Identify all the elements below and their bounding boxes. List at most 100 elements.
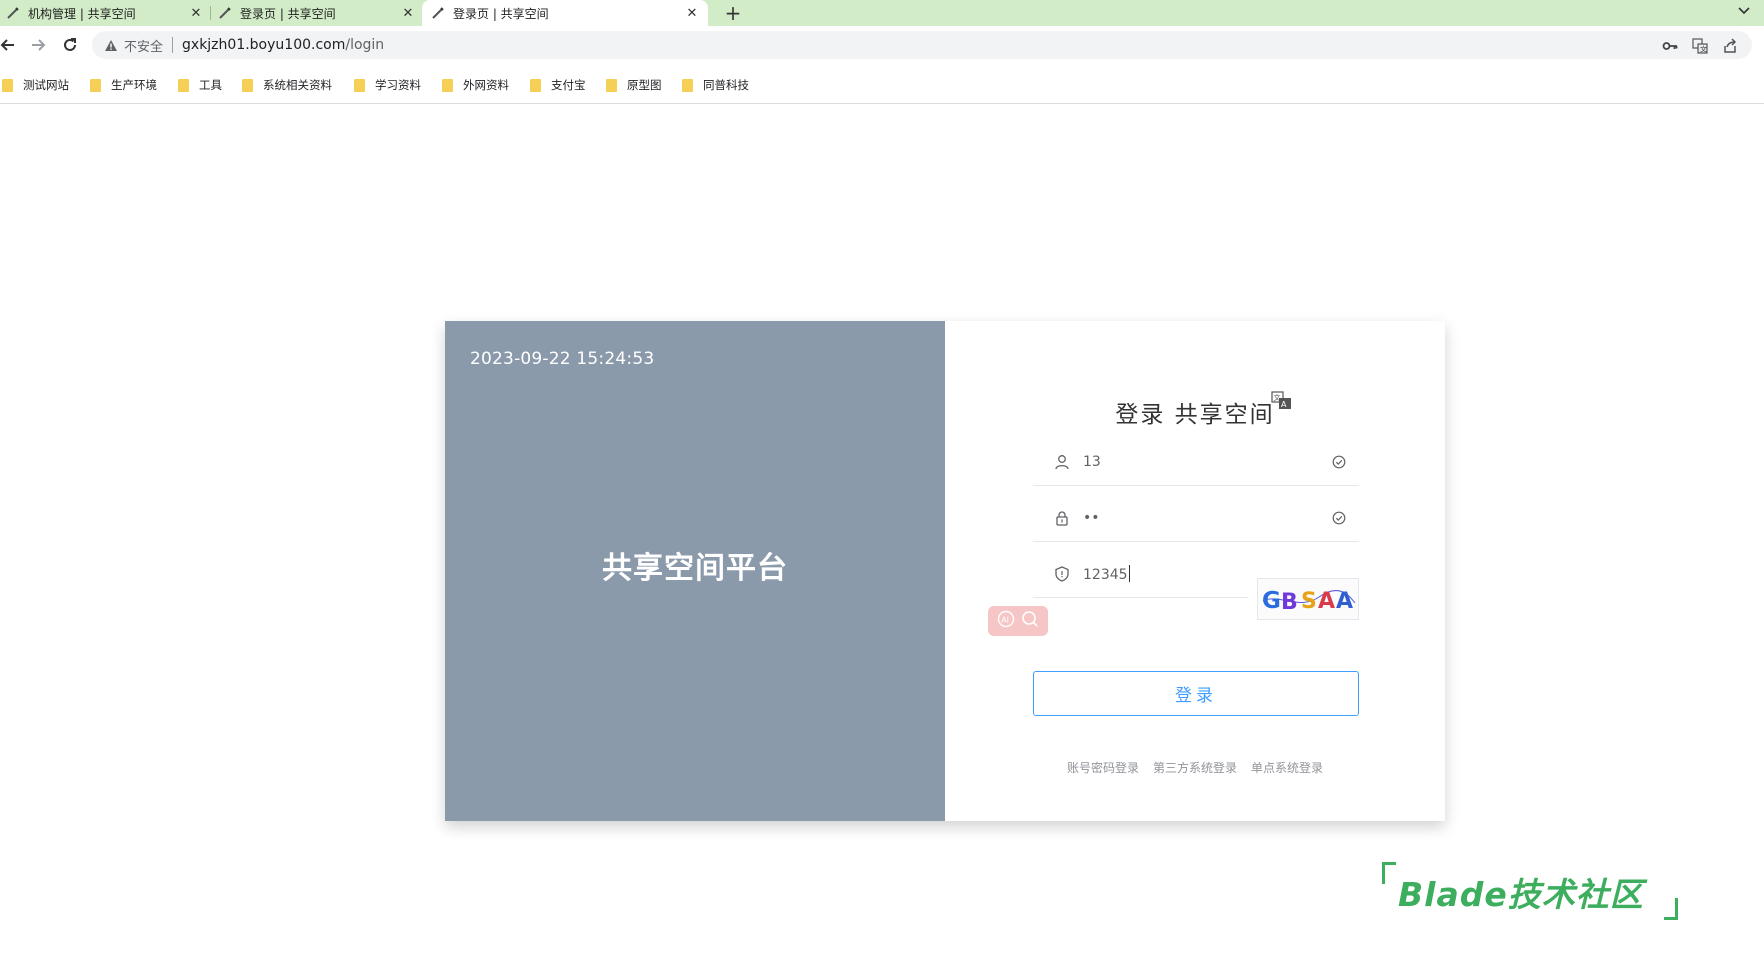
valid-check-icon (1331, 454, 1347, 470)
svg-text:文: 文 (1700, 45, 1707, 54)
tab-login-active[interactable]: 登录页 | 共享空间 ✕ (422, 0, 708, 26)
bookmark-label: 学习资料 (375, 78, 421, 92)
bookmark-label: 系统相关资料 (263, 78, 332, 92)
bookmark-label: 支付宝 (551, 78, 586, 92)
text-caret (1128, 564, 1130, 582)
warning-icon[interactable] (104, 39, 118, 52)
folder-icon (242, 78, 253, 92)
address-bar-actions: 文 (1662, 38, 1738, 54)
bookmark-label: 测试网站 (23, 78, 69, 92)
tab-separator (210, 6, 211, 20)
share-icon[interactable] (1722, 38, 1738, 54)
captcha-input[interactable]: 12345 (1083, 564, 1248, 583)
tab-close-icon[interactable]: ✕ (684, 5, 700, 21)
user-icon (1053, 453, 1071, 471)
tab-search-icon[interactable] (1732, 0, 1756, 22)
login-button[interactable]: 登录 (1033, 671, 1359, 716)
watermark: Blade技术社区 (1382, 862, 1678, 920)
bookmarks-bar: 测试网站 生产环境 工具 系统相关资料 学习资料 外网资料 支付宝 原型图 同普… (0, 64, 1764, 104)
tab-title: 登录页 | 共享空间 (240, 6, 336, 21)
bookmark-folder[interactable]: 工具 (178, 76, 222, 94)
ai-icon[interactable]: AI (997, 610, 1015, 632)
ai-assistant-popup[interactable]: AI (988, 606, 1048, 636)
folder-icon (682, 78, 693, 92)
security-label[interactable]: 不安全 (124, 36, 163, 55)
brand-panel: 2023-09-22 15:24:53 共享空间平台 (445, 321, 945, 821)
watermark-bracket-right (1664, 898, 1678, 920)
url-host: gxkjzh01.boyu100.com (182, 37, 346, 53)
account-login-link[interactable]: 账号密码登录 (1067, 759, 1139, 776)
captcha-char: A (1318, 589, 1335, 614)
folder-icon (530, 78, 541, 92)
bookmark-folder[interactable]: 外网资料 (442, 76, 509, 94)
login-method-links: 账号密码登录 第三方系统登录 单点系统登录 (945, 759, 1445, 776)
browser-toolbar: 不安全 gxkjzh01.boyu100.com/login 文 (0, 26, 1764, 64)
captcha-char: A (1336, 589, 1353, 614)
back-arrow-icon[interactable] (0, 33, 20, 57)
reload-icon[interactable] (58, 33, 82, 57)
watermark-bracket-left (1382, 862, 1396, 884)
key-icon[interactable] (1662, 38, 1678, 54)
site-favicon-icon (218, 6, 232, 20)
tab-login-1[interactable]: 登录页 | 共享空间 ✕ (218, 0, 416, 26)
bookmark-folder[interactable]: 支付宝 (530, 76, 586, 94)
translate-icon[interactable]: 文 (1692, 38, 1708, 54)
lock-icon (1053, 509, 1071, 527)
bookmark-label: 工具 (199, 78, 222, 92)
svg-text:文: 文 (1274, 393, 1281, 402)
tab-org-management[interactable]: 机构管理 | 共享空间 ✕ (6, 0, 204, 26)
folder-icon (90, 78, 101, 92)
folder-icon (2, 78, 13, 92)
folder-icon (442, 78, 453, 92)
bookmark-folder[interactable]: 测试网站 (2, 76, 69, 94)
bookmark-label: 原型图 (627, 78, 662, 92)
watermark-text: Blade技术社区 (1398, 875, 1644, 914)
captcha-char: B (1281, 590, 1298, 615)
username-field[interactable]: 13 (1033, 438, 1359, 486)
tab-title: 登录页 | 共享空间 (453, 6, 549, 21)
tab-title: 机构管理 | 共享空间 (28, 6, 136, 21)
site-favicon-icon (6, 6, 20, 20)
username-input[interactable]: 13 (1083, 454, 1331, 470)
third-party-login-link[interactable]: 第三方系统登录 (1153, 759, 1237, 776)
bookmark-label: 外网资料 (463, 78, 509, 92)
bookmark-label: 同普科技 (703, 78, 749, 92)
password-field[interactable]: •• (1033, 494, 1359, 542)
tab-strip: 机构管理 | 共享空间 ✕ 登录页 | 共享空间 ✕ 登录页 | 共享空间 ✕ … (0, 0, 1764, 26)
login-form-panel: 登录 共享空间 A文 13 •• 12345 G B S A A AI 登录 账… (945, 321, 1445, 821)
svg-text:A: A (1281, 400, 1287, 409)
folder-icon (606, 78, 617, 92)
folder-icon (354, 78, 365, 92)
captcha-input-value: 12345 (1083, 566, 1128, 583)
svg-text:AI: AI (1001, 615, 1009, 624)
bookmark-folder[interactable]: 生产环境 (90, 76, 157, 94)
address-divider (172, 37, 174, 53)
shield-icon (1053, 565, 1071, 583)
bookmark-label: 生产环境 (111, 78, 157, 92)
tab-close-icon[interactable]: ✕ (400, 5, 416, 21)
password-input[interactable]: •• (1083, 510, 1331, 526)
bookmark-folder[interactable]: 原型图 (606, 76, 662, 94)
site-favicon-icon (431, 6, 445, 20)
address-bar[interactable]: 不安全 gxkjzh01.boyu100.com/login 文 (92, 31, 1752, 59)
sso-login-link[interactable]: 单点系统登录 (1251, 759, 1323, 776)
new-tab-button[interactable]: + (720, 0, 746, 26)
tab-close-icon[interactable]: ✕ (188, 5, 204, 21)
search-icon[interactable] (1021, 610, 1039, 632)
captcha-field[interactable]: 12345 (1033, 550, 1248, 598)
captcha-char: S (1301, 589, 1317, 614)
captcha-image[interactable]: G B S A A (1257, 578, 1359, 620)
forward-arrow-icon[interactable] (26, 33, 50, 57)
login-card: 2023-09-22 15:24:53 共享空间平台 登录 共享空间 A文 13… (445, 321, 1445, 821)
bookmark-folder[interactable]: 系统相关资料 (242, 76, 332, 94)
valid-check-icon (1331, 510, 1347, 526)
platform-title: 共享空间平台 (602, 551, 788, 586)
current-datetime: 2023-09-22 15:24:53 (470, 349, 655, 369)
bookmark-folder[interactable]: 同普科技 (682, 76, 749, 94)
bookmark-folder[interactable]: 学习资料 (354, 76, 421, 94)
language-switch-icon[interactable]: A文 (1271, 391, 1293, 411)
login-title: 登录 共享空间 (1115, 402, 1275, 428)
captcha-char: G (1262, 588, 1281, 614)
folder-icon (178, 78, 189, 92)
url-path: /login (345, 37, 385, 53)
